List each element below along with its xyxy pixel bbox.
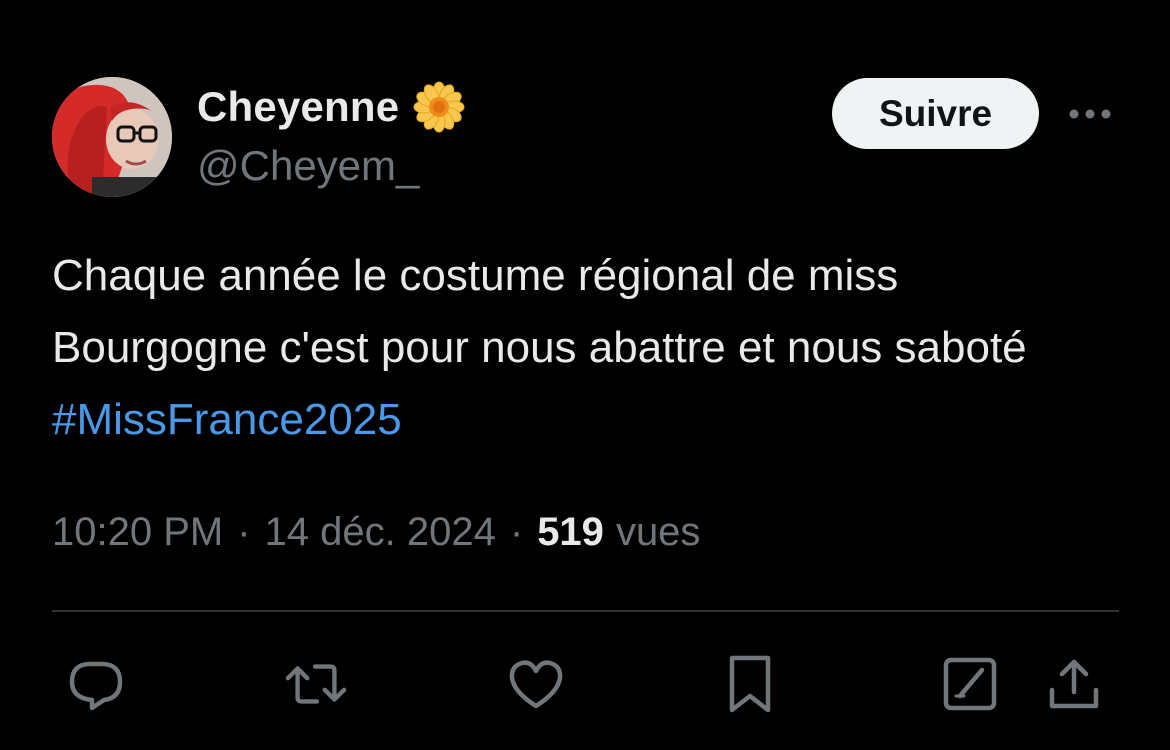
share-button[interactable] bbox=[1042, 652, 1106, 716]
bookmark-button[interactable] bbox=[718, 652, 782, 716]
meta-separator: · bbox=[509, 509, 524, 554]
display-name[interactable]: Cheyenne bbox=[197, 83, 399, 131]
tweet-card: Cheyenne @Cheyem_ Suivre Chaque année le… bbox=[0, 0, 1170, 750]
more-dots-icon bbox=[1069, 109, 1111, 119]
views-count[interactable]: 519 bbox=[537, 510, 604, 555]
like-button[interactable] bbox=[504, 652, 568, 716]
follow-button[interactable]: Suivre bbox=[832, 78, 1039, 149]
display-name-row: Cheyenne bbox=[197, 81, 465, 133]
grok-button[interactable] bbox=[938, 652, 1002, 716]
avatar[interactable] bbox=[52, 77, 172, 197]
reply-icon bbox=[69, 661, 123, 711]
grok-icon bbox=[943, 657, 997, 711]
user-handle[interactable]: @Cheyem_ bbox=[197, 142, 419, 190]
tweet-time[interactable]: 10:20 PM bbox=[52, 510, 223, 555]
meta-separator: · bbox=[237, 509, 251, 554]
tweet-date[interactable]: 14 déc. 2024 bbox=[265, 510, 496, 555]
reply-button[interactable] bbox=[64, 652, 128, 716]
views-label: vues bbox=[615, 509, 701, 554]
like-icon bbox=[509, 660, 563, 709]
tweet-text: Chaque année le costume régional de miss… bbox=[52, 240, 1122, 456]
tweet-meta: 10:20 PM · 14 déc. 2024 · 519 vues bbox=[52, 506, 700, 558]
hashtag-link[interactable]: #MissFrance2025 bbox=[52, 395, 402, 444]
tweet-body-text: Chaque année le costume régional de miss… bbox=[52, 251, 1027, 372]
avatar-photo bbox=[52, 77, 172, 197]
share-icon bbox=[1049, 659, 1099, 709]
divider bbox=[52, 610, 1119, 612]
retweet-button[interactable] bbox=[284, 652, 348, 716]
retweet-icon bbox=[285, 664, 347, 704]
bookmark-icon bbox=[729, 655, 771, 713]
more-options-button[interactable] bbox=[1062, 94, 1118, 134]
sunflower-emoji-icon bbox=[413, 81, 465, 133]
